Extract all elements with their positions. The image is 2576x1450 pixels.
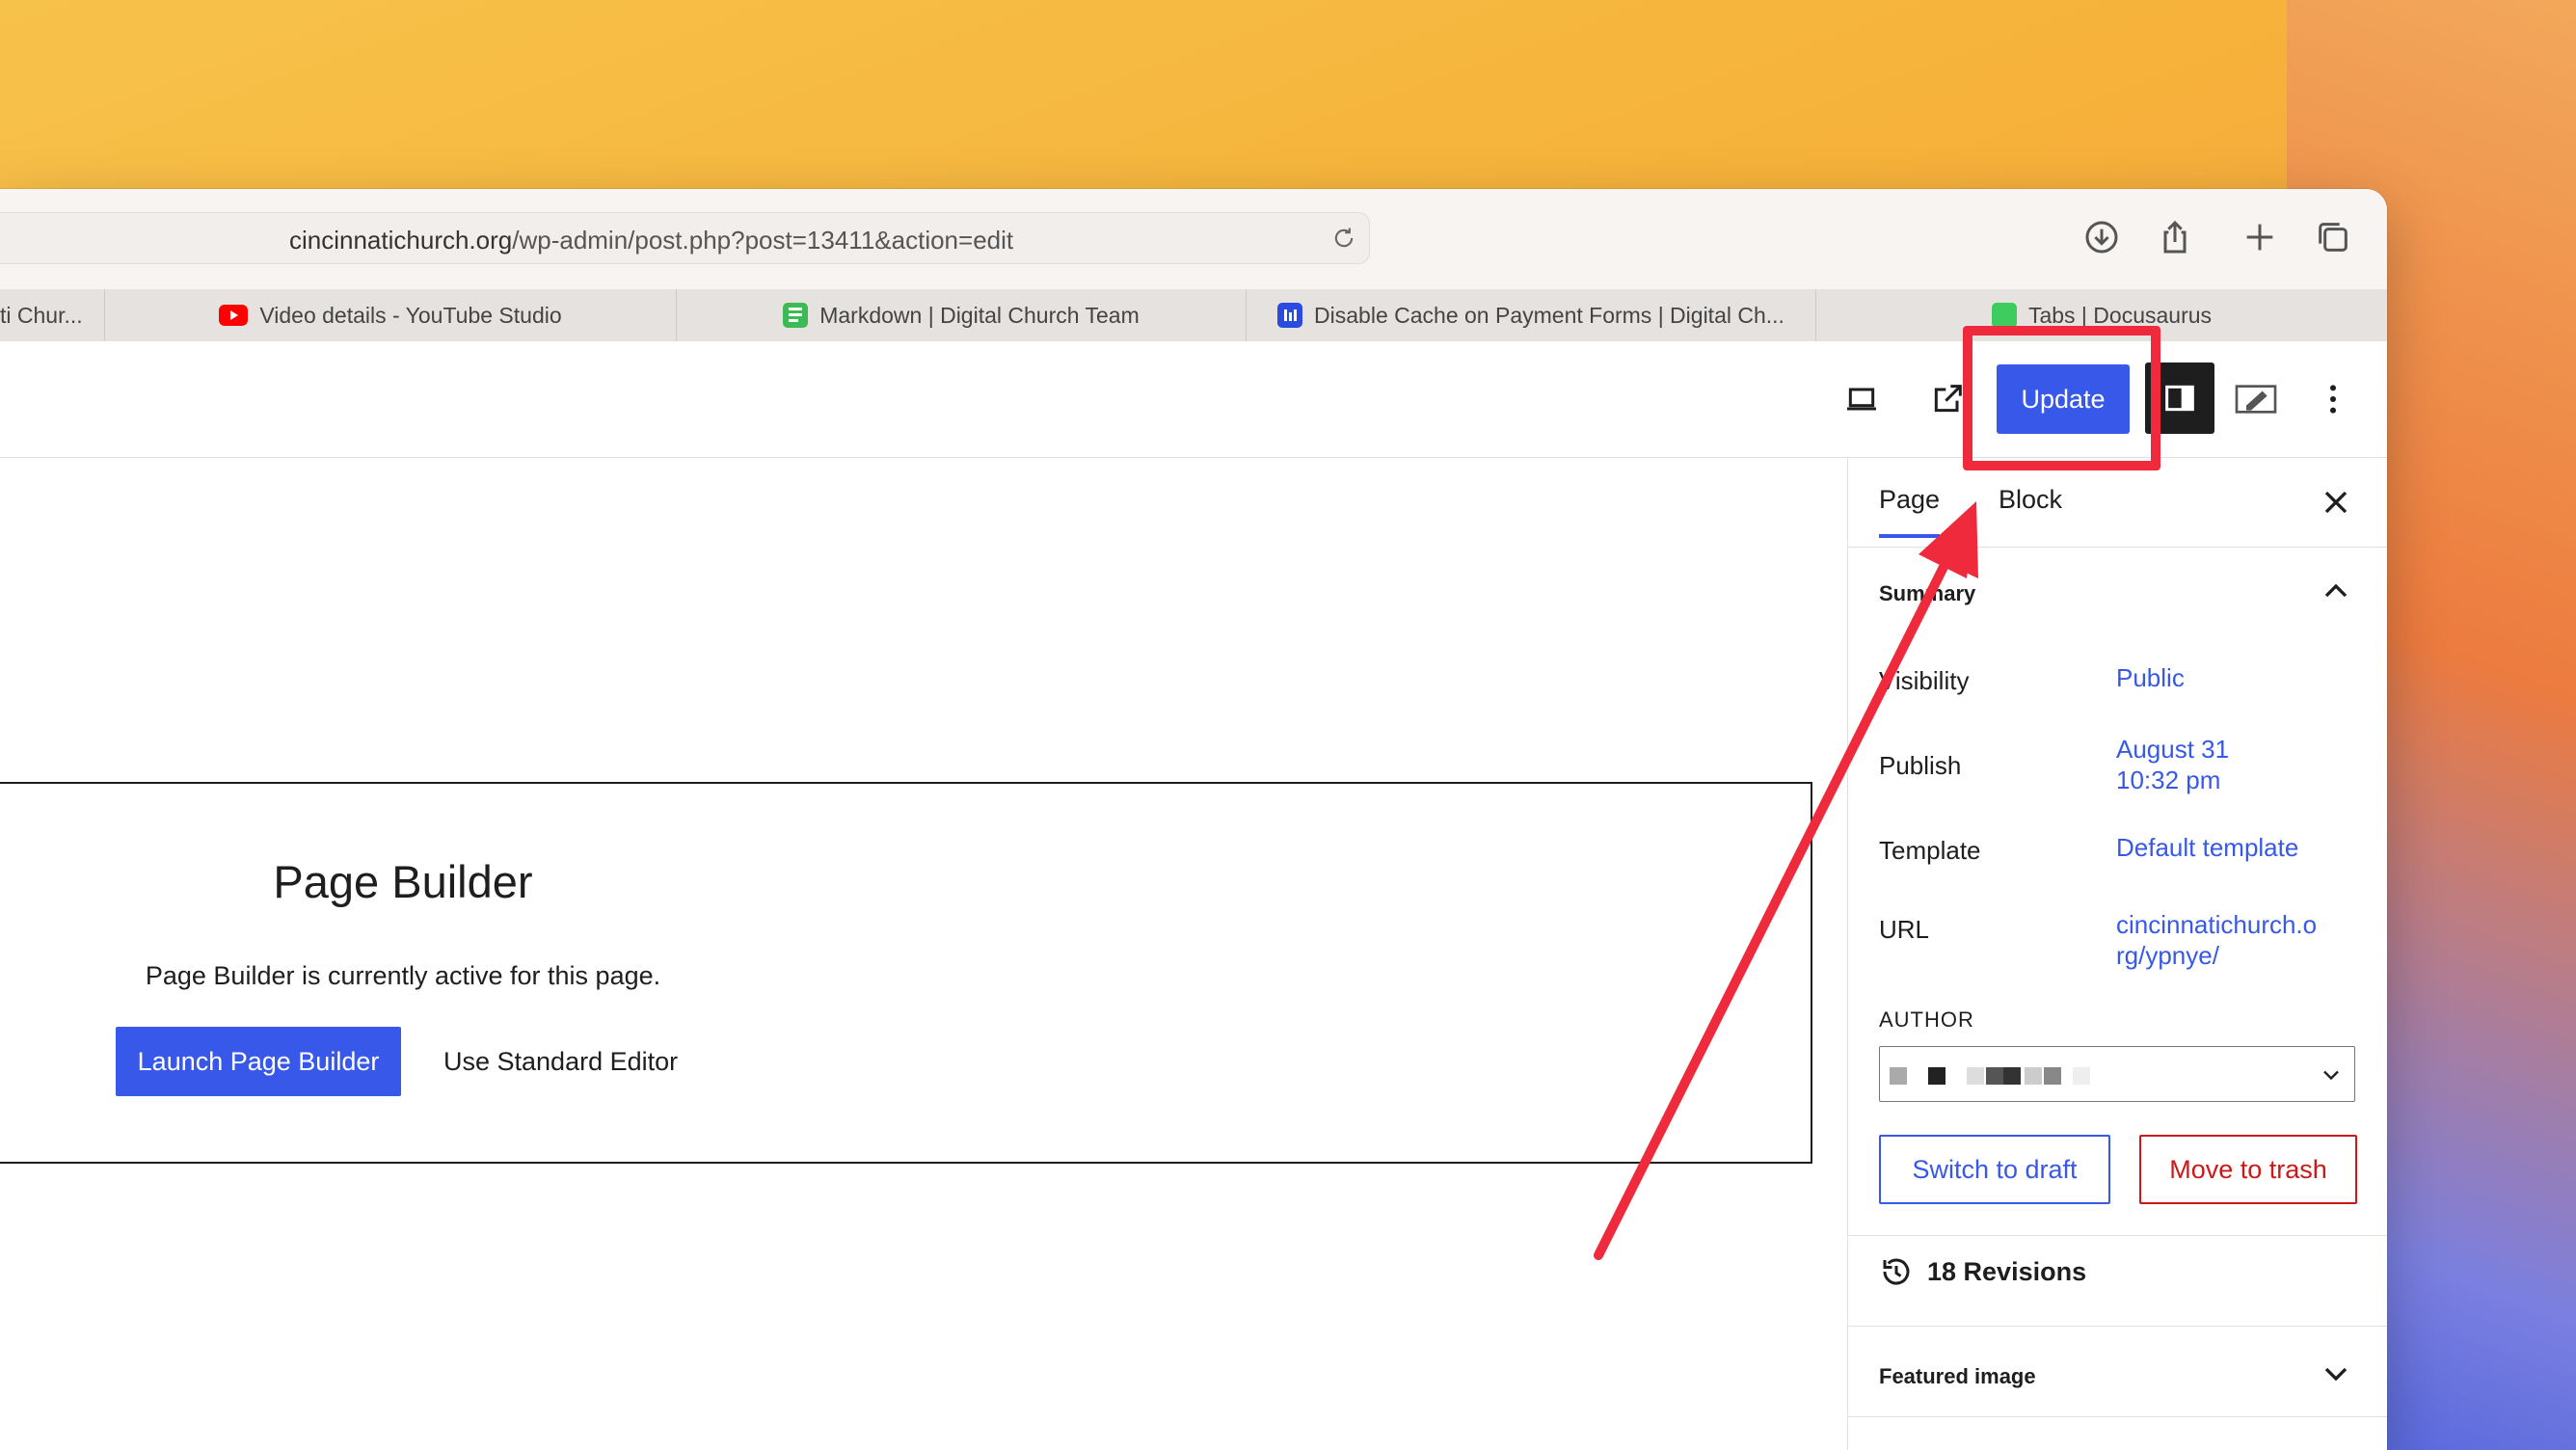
- close-icon[interactable]: [2317, 483, 2355, 522]
- settings-sidebar: Page Block Summary Visibility Public Pub…: [1847, 458, 2387, 1450]
- redacted-pixel: [2025, 1067, 2042, 1085]
- tab-label: Video details - YouTube Studio: [259, 302, 562, 328]
- document-icon: [783, 303, 809, 328]
- url-value[interactable]: cincinnatichurch.o rg/ypnye/: [2116, 909, 2357, 971]
- launch-page-builder-button[interactable]: Launch Page Builder: [116, 1027, 401, 1096]
- redacted-pixel: [1967, 1067, 1984, 1085]
- tab-overview-icon[interactable]: [2314, 218, 2352, 256]
- template-value[interactable]: Default template: [2116, 832, 2357, 863]
- browser-toolbar: cincinnatichurch.org/wp-admin/post.php?p…: [0, 189, 2387, 289]
- publish-date: August 31: [2116, 735, 2230, 764]
- bars-icon: [1277, 303, 1303, 328]
- divider: [1848, 1326, 2387, 1327]
- redacted-pixel: [1928, 1067, 1945, 1085]
- switch-to-draft-button[interactable]: Switch to draft: [1879, 1135, 2110, 1204]
- redacted-pixel: [2044, 1067, 2061, 1085]
- publish-time: 10:32 pm: [2116, 765, 2221, 794]
- tab-label: ti Chur...: [0, 302, 83, 328]
- address-bar[interactable]: cincinnatichurch.org/wp-admin/post.php?p…: [0, 212, 1370, 264]
- publish-value[interactable]: August 31 10:32 pm: [2116, 734, 2357, 795]
- author-select[interactable]: [1879, 1046, 2355, 1102]
- url-domain: cincinnatichurch.org: [289, 226, 513, 255]
- view-page-icon[interactable]: [1928, 380, 1967, 418]
- redacted-pixel: [2003, 1067, 2021, 1085]
- featured-image-heading[interactable]: Featured image: [1879, 1364, 2036, 1389]
- edit-pencil-icon[interactable]: [2233, 380, 2279, 418]
- url-text: cincinnatichurch.org/wp-admin/post.php?p…: [289, 226, 1013, 255]
- tab-label: Tabs | Docusaurus: [2027, 302, 2213, 328]
- revisions-link[interactable]: 18 Revisions: [1879, 1254, 2086, 1289]
- url-label: URL: [1879, 915, 1930, 944]
- use-standard-editor-button[interactable]: Use Standard Editor: [424, 1027, 697, 1096]
- summary-heading[interactable]: Summary: [1879, 581, 1975, 606]
- tab-label: Disable Cache on Payment Forms | Digital…: [1314, 302, 1784, 328]
- page-builder-title: Page Builder: [273, 856, 533, 907]
- annotation-highlight-box: [1963, 326, 2160, 470]
- youtube-icon: [219, 305, 249, 326]
- visibility-value[interactable]: Public: [2116, 662, 2357, 693]
- visibility-label: Visibility: [1879, 666, 1970, 695]
- reload-icon[interactable]: [1330, 225, 1357, 252]
- tab-page[interactable]: Page: [1879, 477, 1941, 538]
- tab-label: Markdown | Digital Church Team: [819, 302, 1140, 328]
- redacted-pixel: [1986, 1067, 2003, 1085]
- share-icon[interactable]: [2156, 218, 2194, 256]
- chevron-down-icon[interactable]: [2317, 1355, 2355, 1393]
- move-to-trash-button[interactable]: Move to trash: [2139, 1135, 2357, 1204]
- browser-window: cincinnatichurch.org/wp-admin/post.php?p…: [0, 189, 2387, 1450]
- sidebar-panel-icon: [2165, 385, 2194, 412]
- publish-label: Publish: [1879, 751, 1962, 780]
- chevron-up-icon[interactable]: [2317, 572, 2355, 610]
- history-icon: [1883, 1258, 1910, 1285]
- sidebar-tabs: Page Block: [1848, 458, 2387, 548]
- tab-disable-cache[interactable]: Disable Cache on Payment Forms | Digital…: [1247, 289, 1816, 341]
- url-line-1: cincinnatichurch.o: [2116, 910, 2318, 939]
- preview-device-icon[interactable]: [1842, 380, 1881, 418]
- download-icon[interactable]: [2082, 218, 2121, 256]
- url-path: /wp-admin/post.php?post=13411&action=edi…: [512, 226, 1014, 255]
- redacted-pixel: [2073, 1067, 2090, 1085]
- divider: [1848, 1416, 2387, 1417]
- tab-youtube-studio[interactable]: Video details - YouTube Studio: [105, 289, 677, 341]
- tab-church[interactable]: ti Chur...: [0, 289, 105, 341]
- page-builder-description: Page Builder is currently active for thi…: [145, 961, 661, 990]
- revisions-label: 18 Revisions: [1927, 1256, 2087, 1286]
- chevron-down-icon: [2323, 1070, 2339, 1081]
- page-builder-block[interactable]: Page Builder Page Builder is currently a…: [0, 782, 1812, 1164]
- docusaurus-icon: [1991, 303, 2017, 328]
- author-label: AUTHOR: [1879, 1007, 1974, 1032]
- new-tab-icon[interactable]: [2241, 218, 2279, 256]
- template-label: Template: [1879, 836, 1981, 865]
- editor-canvas: Page Builder Page Builder is currently a…: [0, 458, 1847, 1450]
- divider: [1848, 1235, 2387, 1236]
- more-options-icon[interactable]: [2314, 380, 2352, 418]
- tab-block[interactable]: Block: [1999, 477, 2062, 523]
- url-line-2: rg/ypnye/: [2116, 941, 2219, 970]
- tab-markdown[interactable]: Markdown | Digital Church Team: [677, 289, 1247, 341]
- redacted-pixel: [1890, 1067, 1907, 1085]
